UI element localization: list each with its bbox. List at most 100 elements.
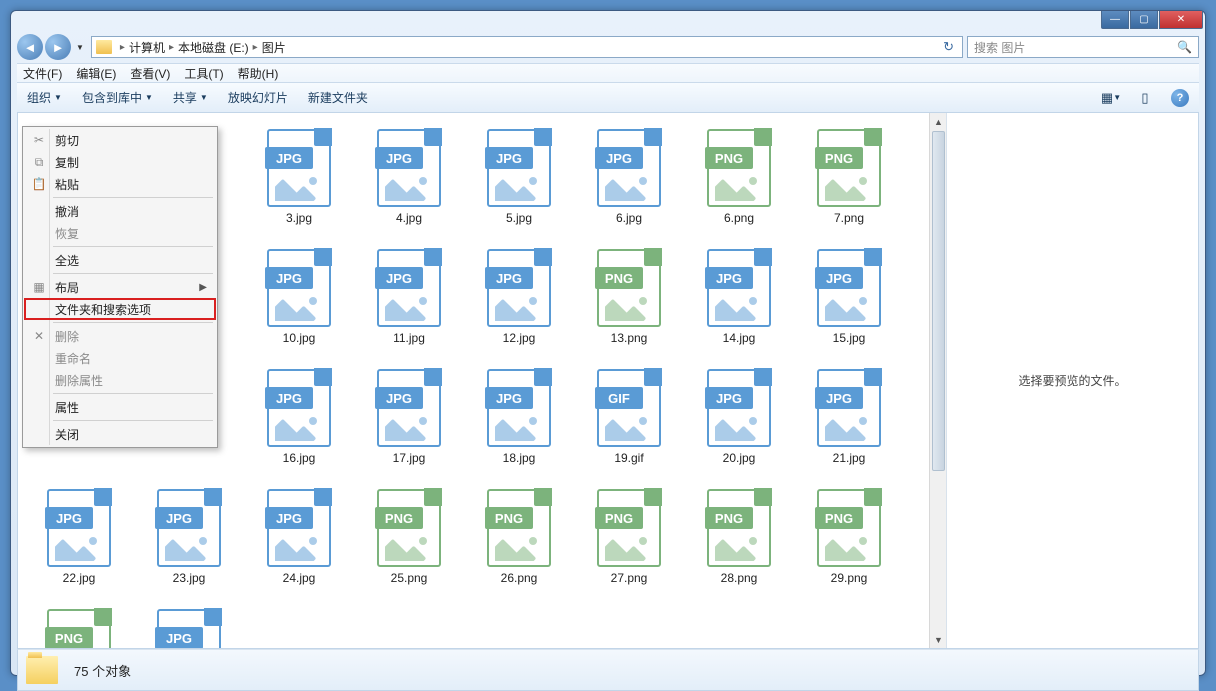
file-name: 5.jpg — [506, 211, 532, 225]
file-item[interactable]: JPG16.jpg — [244, 363, 354, 483]
submenu-arrow-icon: ▶ — [199, 282, 207, 293]
file-item[interactable]: GIF19.gif — [574, 363, 684, 483]
file-item[interactable]: JPG18.jpg — [464, 363, 574, 483]
search-input[interactable]: 搜索 图片 🔍 — [967, 36, 1199, 58]
menu-file[interactable]: 文件(F) — [23, 65, 62, 82]
menu-layout[interactable]: ▦布局▶ — [25, 276, 215, 298]
search-placeholder: 搜索 图片 — [974, 39, 1025, 56]
menubar: 文件(F) 编辑(E) 查看(V) 工具(T) 帮助(H) — [17, 63, 1199, 83]
scroll-down-button[interactable]: ▼ — [930, 631, 947, 648]
file-item[interactable]: JPG3.jpg — [244, 123, 354, 243]
file-name: 3.jpg — [286, 211, 312, 225]
menu-redo[interactable]: 恢复 — [25, 222, 215, 244]
file-name: 17.jpg — [393, 451, 426, 465]
crumb-computer[interactable]: 计算机 — [129, 39, 165, 56]
file-item[interactable]: JPG4.jpg — [354, 123, 464, 243]
menu-cut[interactable]: ✂剪切 — [25, 129, 215, 151]
menu-edit[interactable]: 编辑(E) — [76, 65, 116, 82]
explorer-window: — ▢ ✕ ◄ ► ▼ ▸ 计算机 ▸ 本地磁盘 (E:) ▸ 图片 ↻ 搜索 … — [10, 10, 1206, 676]
statusbar: 75 个对象 — [17, 649, 1199, 691]
file-item[interactable]: JPG11.jpg — [354, 243, 464, 363]
file-item[interactable]: JPG17.jpg — [354, 363, 464, 483]
file-item[interactable]: JPG23.jpg — [134, 483, 244, 603]
history-dropdown[interactable]: ▼ — [73, 43, 87, 52]
file-name: 15.jpg — [833, 331, 866, 345]
file-name: 11.jpg — [393, 331, 425, 345]
file-item[interactable]: PNG13.png — [574, 243, 684, 363]
minimize-button[interactable]: — — [1101, 11, 1129, 29]
file-item[interactable]: PNG6.png — [684, 123, 794, 243]
file-item[interactable]: JPG20.jpg — [684, 363, 794, 483]
file-name: 24.jpg — [283, 571, 316, 585]
toolbar: 组织▼ 包含到库中▼ 共享▼ 放映幻灯片 新建文件夹 ▦ ▼ ▯ ? — [17, 83, 1199, 113]
scrollbar[interactable]: ▲ ▼ — [929, 113, 946, 648]
nav-buttons: ◄ ► ▼ — [17, 34, 87, 60]
scroll-thumb[interactable] — [932, 131, 945, 471]
menu-select-all[interactable]: 全选 — [25, 249, 215, 271]
menu-help[interactable]: 帮助(H) — [238, 65, 279, 82]
file-name: 16.jpg — [283, 451, 316, 465]
file-item[interactable]: JPG6.jpg — [574, 123, 684, 243]
scroll-up-button[interactable]: ▲ — [930, 113, 947, 130]
file-item[interactable]: PNG7.png — [794, 123, 904, 243]
file-name: 25.png — [391, 571, 428, 585]
menu-rename[interactable]: 重命名 — [25, 347, 215, 369]
file-item[interactable]: JPG22.jpg — [24, 483, 134, 603]
menu-undo[interactable]: 撤消 — [25, 200, 215, 222]
file-item[interactable]: JPG12.jpg — [464, 243, 574, 363]
status-text: 75 个对象 — [74, 661, 131, 680]
organize-menu: ✂剪切 ⧉复制 📋粘贴 撤消 恢复 全选 ▦布局▶ 文件夹和搜索选项 ✕删除 重… — [22, 126, 218, 448]
crumb-sep: ▸ — [169, 42, 174, 53]
crumb-folder[interactable]: 图片 — [262, 39, 286, 56]
file-item[interactable]: PNG30.png — [24, 603, 134, 648]
refresh-button[interactable]: ↻ — [939, 39, 958, 55]
folder-icon — [96, 40, 112, 54]
file-item[interactable]: JPG14.jpg — [684, 243, 794, 363]
paste-icon: 📋 — [31, 176, 47, 192]
file-item[interactable]: JPG24.jpg — [244, 483, 354, 603]
close-button[interactable]: ✕ — [1159, 11, 1203, 29]
menu-properties[interactable]: 属性 — [25, 396, 215, 418]
folder-icon — [26, 656, 58, 684]
file-name: 6.png — [724, 211, 754, 225]
file-item[interactable]: JPG5.jpg — [464, 123, 574, 243]
address-bar[interactable]: ▸ 计算机 ▸ 本地磁盘 (E:) ▸ 图片 ↻ — [91, 36, 963, 58]
share-button[interactable]: 共享▼ — [173, 89, 208, 106]
file-name: 26.png — [501, 571, 538, 585]
crumb-drive[interactable]: 本地磁盘 (E:) — [178, 39, 249, 56]
titlebar: — ▢ ✕ — [11, 11, 1205, 31]
menu-paste[interactable]: 📋粘贴 — [25, 173, 215, 195]
file-item[interactable]: PNG29.png — [794, 483, 904, 603]
file-item[interactable]: JPG21.jpg — [794, 363, 904, 483]
file-item[interactable]: PNG27.png — [574, 483, 684, 603]
delete-icon: ✕ — [31, 328, 47, 344]
new-folder-button[interactable]: 新建文件夹 — [308, 89, 368, 106]
file-name: 4.jpg — [396, 211, 422, 225]
menu-delete[interactable]: ✕删除 — [25, 325, 215, 347]
file-name: 21.jpg — [833, 451, 866, 465]
file-name: 22.jpg — [63, 571, 96, 585]
preview-pane-button[interactable]: ▯ — [1137, 91, 1153, 105]
file-name: 28.png — [721, 571, 758, 585]
menu-tools[interactable]: 工具(T) — [184, 65, 223, 82]
scissors-icon: ✂ — [31, 132, 47, 148]
menu-remove-props[interactable]: 删除属性 — [25, 369, 215, 391]
file-item[interactable]: JPG15.jpg — [794, 243, 904, 363]
forward-button[interactable]: ► — [45, 34, 71, 60]
menu-view[interactable]: 查看(V) — [130, 65, 170, 82]
help-button[interactable]: ? — [1171, 89, 1189, 107]
view-mode-button[interactable]: ▦ ▼ — [1103, 91, 1119, 105]
menu-close[interactable]: 关闭 — [25, 423, 215, 445]
back-button[interactable]: ◄ — [17, 34, 43, 60]
slideshow-button[interactable]: 放映幻灯片 — [228, 89, 288, 106]
file-item[interactable]: JPG10.jpg — [244, 243, 354, 363]
maximize-button[interactable]: ▢ — [1130, 11, 1158, 29]
organize-button[interactable]: 组织▼ — [27, 89, 62, 106]
file-item[interactable]: JPG31.jpg — [134, 603, 244, 648]
menu-folder-search-options[interactable]: 文件夹和搜索选项 — [24, 298, 216, 320]
file-item[interactable]: PNG25.png — [354, 483, 464, 603]
include-library-button[interactable]: 包含到库中▼ — [82, 89, 153, 106]
file-item[interactable]: PNG26.png — [464, 483, 574, 603]
menu-copy[interactable]: ⧉复制 — [25, 151, 215, 173]
file-item[interactable]: PNG28.png — [684, 483, 794, 603]
